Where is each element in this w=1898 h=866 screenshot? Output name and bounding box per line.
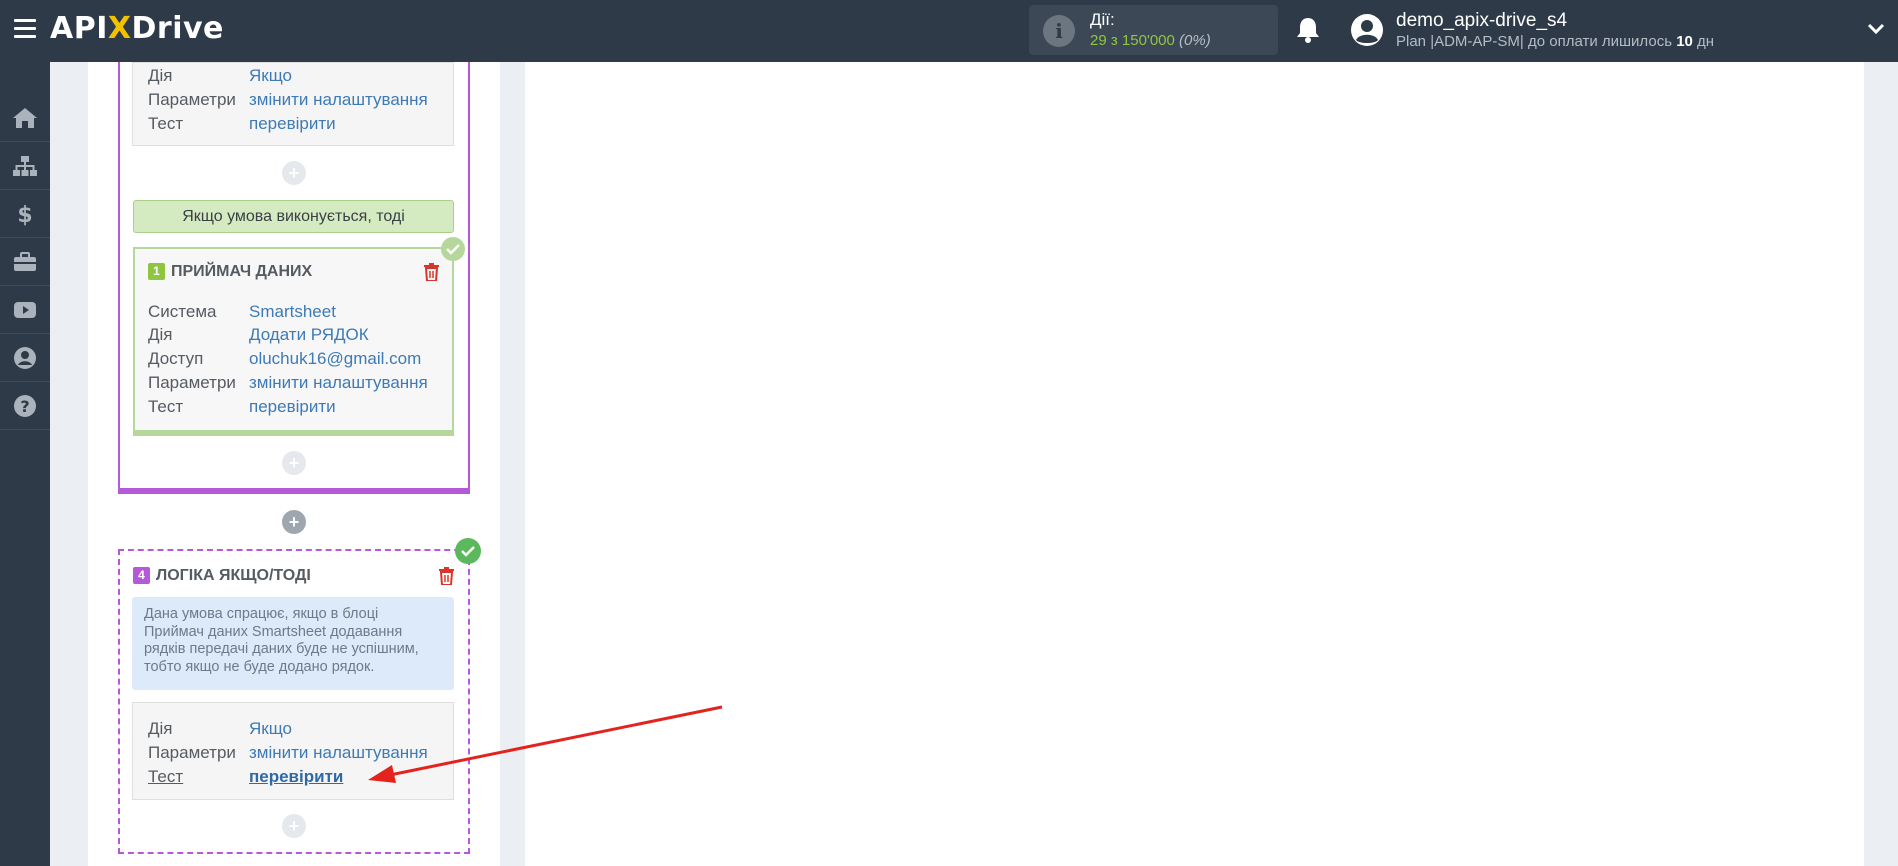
row-key: Параметри [148, 90, 236, 109]
add-block-button[interactable]: + [282, 451, 306, 475]
sidebar-item-account[interactable] [0, 334, 50, 382]
test-link[interactable]: перевірити [249, 767, 343, 787]
row-key: Параметри [148, 373, 236, 392]
step-number-badge: 1 [148, 263, 165, 280]
add-block-button[interactable]: + [282, 161, 306, 185]
trash-icon[interactable] [424, 263, 439, 281]
avatar[interactable] [1350, 13, 1384, 47]
row-key: Доступ [148, 349, 204, 368]
condition-true-bar: Якщо умова виконується, тоді [133, 200, 454, 233]
test-link[interactable]: перевірити [249, 397, 336, 417]
check-icon [441, 237, 465, 261]
check-icon [455, 538, 481, 564]
sidebar-item-help[interactable]: ? [0, 382, 50, 430]
row-key: Тест [148, 767, 184, 786]
receiver-title: 1 ПРИЙМАЧ ДАНИХ [148, 263, 312, 281]
actions-label: Дії: [1090, 10, 1115, 29]
sidebar-item-connections[interactable] [0, 142, 50, 190]
logo[interactable]: APIXDrive [50, 11, 224, 46]
access-link[interactable]: oluchuk16@gmail.com [249, 349, 421, 369]
row-value-action[interactable]: Якщо [249, 719, 292, 739]
row-value-action[interactable]: Якщо [249, 66, 292, 86]
user-circle-icon [14, 346, 36, 369]
sidebar-item-video[interactable] [0, 286, 50, 334]
row-key: Дія [148, 719, 173, 738]
actions-total: 150'000 [1121, 32, 1175, 49]
test-link[interactable]: перевірити [249, 114, 336, 134]
question-circle-icon: ? [14, 394, 36, 417]
username[interactable]: demo_apix-drive_s4 [1396, 10, 1567, 32]
receiver-title-text: ПРИЙМАЧ ДАНИХ [171, 263, 313, 280]
action-link[interactable]: Додати РЯДОК [249, 325, 369, 345]
svg-text:?: ? [20, 397, 29, 416]
actions-sep: з [1110, 32, 1118, 49]
info-icon: i [1043, 15, 1075, 47]
svg-text:$: $ [17, 203, 32, 226]
trash-icon[interactable] [439, 567, 454, 585]
logic-description: Дана умова спрацює, якщо в блоці Приймач… [132, 597, 454, 690]
dollar-icon: $ [17, 203, 32, 226]
sidebar-item-projects[interactable] [0, 238, 50, 286]
plan-text: Plan |ADM-AP-SM| до оплати лишилось [1396, 33, 1673, 50]
row-key: Тест [148, 397, 184, 416]
plan-unit: дн [1697, 33, 1715, 50]
row-key: Тест [148, 114, 184, 133]
sidebar-item-billing[interactable]: $ [0, 190, 50, 238]
logic-card-top: Дія Якщо Параметри змінити налаштування … [132, 62, 454, 146]
logo-api: API [50, 11, 108, 46]
step-number-badge: 4 [133, 567, 150, 584]
system-link[interactable]: Smartsheet [249, 302, 336, 322]
briefcase-icon [14, 251, 36, 271]
row-key: Система [148, 302, 217, 321]
chevron-down-icon[interactable] [1867, 22, 1885, 36]
actions-count: 29 з 150'000 (0%) [1090, 32, 1211, 49]
row-key: Параметри [148, 743, 236, 762]
logo-drive: Drive [131, 11, 224, 46]
youtube-icon [14, 301, 36, 318]
actions-counter: i Дії: 29 з 150'000 (0%) [1029, 5, 1278, 55]
plan-days: 10 [1676, 33, 1693, 50]
row-key: Дія [148, 325, 173, 344]
sidebar-item-home[interactable] [0, 94, 50, 142]
plan-info: Plan |ADM-AP-SM| до оплати лишилось 10 д… [1396, 33, 1714, 50]
logo-x: X [107, 11, 132, 46]
home-icon [13, 107, 37, 128]
change-settings-link[interactable]: змінити налаштування [249, 373, 428, 393]
menu-icon[interactable] [14, 19, 36, 39]
bell-icon[interactable] [1295, 16, 1321, 44]
change-settings-link[interactable]: змінити налаштування [249, 90, 428, 110]
annotation-arrow [368, 705, 723, 783]
actions-used: 29 [1090, 32, 1107, 49]
logic-title-text: ЛОГІКА ЯКЩО/ТОДІ [156, 567, 311, 584]
add-block-button[interactable]: + [282, 510, 306, 534]
actions-percent: (0%) [1179, 32, 1211, 49]
add-block-button[interactable]: + [282, 814, 306, 838]
sitemap-icon [13, 155, 37, 176]
sidebar: $ ? [0, 62, 50, 866]
top-bar: APIXDrive i Дії: 29 з 150'000 (0%) demo_… [0, 0, 1898, 62]
logic-title: 4 ЛОГІКА ЯКЩО/ТОДІ [133, 567, 311, 585]
row-key: Дія [148, 66, 173, 85]
